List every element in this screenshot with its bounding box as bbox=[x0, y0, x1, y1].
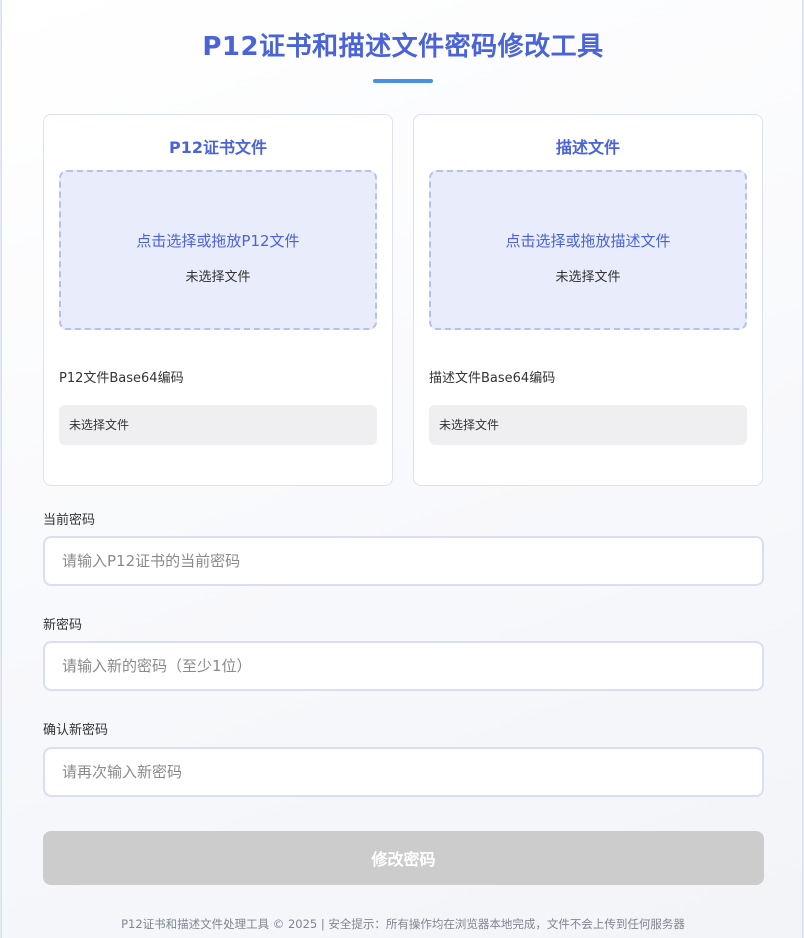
p12-base64-label: P12文件Base64编码 bbox=[59, 371, 184, 386]
profile-card-title: 描述文件 bbox=[555, 138, 620, 157]
page: P12证书和描述文件密码修改工具 P12证书文件 点击选择或拖放P12文件 未选… bbox=[1, 0, 803, 938]
change-password-button[interactable]: 修改密码 bbox=[43, 831, 764, 885]
p12-file-status: 未选择文件 bbox=[185, 270, 251, 285]
profile-base64-output: 未选择文件 bbox=[429, 405, 747, 445]
profile-dropzone[interactable]: 点击选择或拖放描述文件 未选择文件 bbox=[429, 170, 747, 330]
p12-dropzone[interactable]: 点击选择或拖放P12文件 未选择文件 bbox=[59, 170, 377, 330]
current-password-input[interactable] bbox=[43, 536, 764, 586]
p12-base64-output: 未选择文件 bbox=[59, 405, 377, 445]
new-password-input[interactable] bbox=[43, 641, 764, 691]
confirm-password-input[interactable] bbox=[43, 747, 764, 797]
profile-base64-label: 描述文件Base64编码 bbox=[429, 371, 556, 386]
profile-dropzone-text: 点击选择或拖放描述文件 bbox=[505, 232, 671, 250]
footer-text: P12证书和描述文件处理工具 © 2025 | 安全提示：所有操作均在浏览器本地… bbox=[121, 917, 685, 931]
profile-file-status: 未选择文件 bbox=[555, 270, 621, 285]
page-title: P12证书和描述文件密码修改工具 bbox=[202, 32, 604, 62]
profile-card: 描述文件 点击选择或拖放描述文件 未选择文件 描述文件Base64编码 未选择文… bbox=[413, 114, 763, 486]
p12-dropzone-text: 点击选择或拖放P12文件 bbox=[136, 232, 300, 250]
current-password-label: 当前密码 bbox=[43, 513, 96, 528]
new-password-label: 新密码 bbox=[43, 618, 83, 633]
title-underline bbox=[373, 79, 433, 83]
p12-card-title: P12证书文件 bbox=[169, 138, 267, 157]
confirm-password-label: 确认新密码 bbox=[43, 723, 109, 738]
p12-card: P12证书文件 点击选择或拖放P12文件 未选择文件 P12文件Base64编码… bbox=[43, 114, 393, 486]
